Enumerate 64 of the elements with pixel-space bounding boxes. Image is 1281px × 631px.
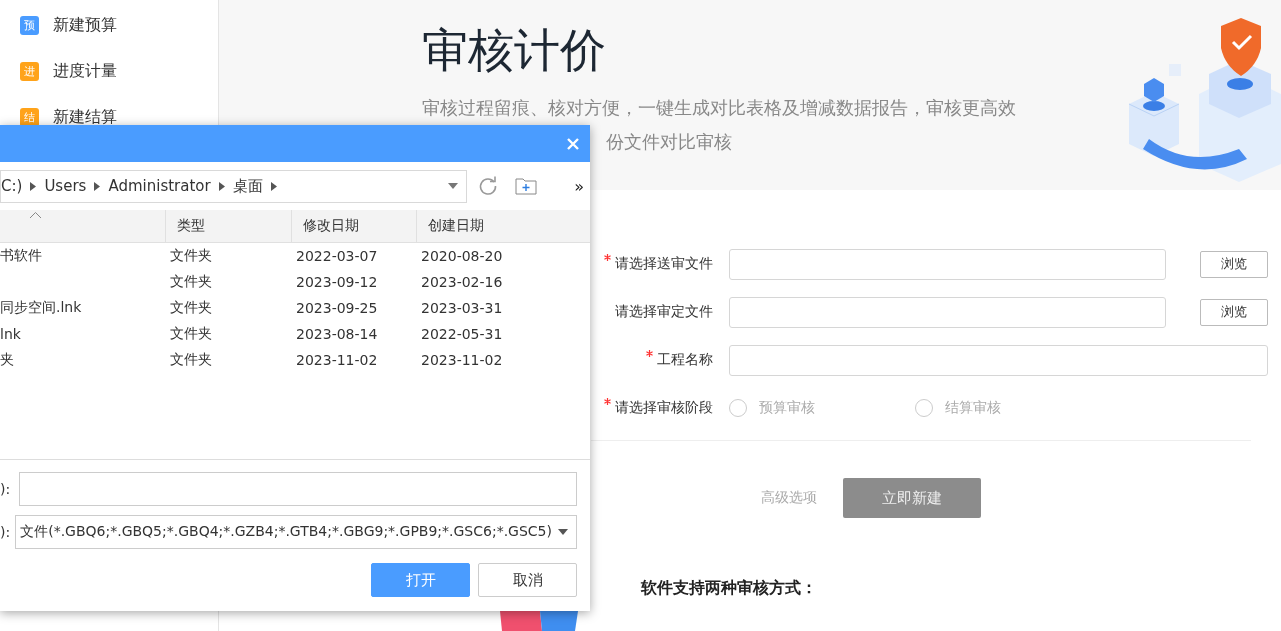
- chevron-right-icon: [30, 181, 37, 191]
- sidebar-item[interactable]: 进度计量: [53, 60, 117, 82]
- file-type-dropdown[interactable]: 文件(*.GBQ6;*.GBQ5;*.GBQ4;*.GZB4;*.GTB4;*.GBG9;*.GPB9;*.GSC6;*.GSC5): [15, 515, 577, 549]
- column-header[interactable]: 创建日期: [416, 210, 590, 243]
- file-name[interactable]: 夹: [0, 351, 14, 369]
- breadcrumb-item[interactable]: C:): [1, 177, 23, 195]
- close-icon[interactable]: [567, 137, 579, 150]
- table-cell-text: 2022-03-07: [295, 247, 379, 266]
- table-cell-text: 2020-08-20: [420, 247, 504, 266]
- column-header[interactable]: 修改日期: [291, 210, 416, 243]
- address-bar[interactable]: C:) Users Administrator 桌面: [0, 169, 467, 203]
- page-subtitle: 份文件对比审核: [606, 130, 733, 154]
- breadcrumb-item[interactable]: Administrator: [108, 177, 211, 195]
- field-label: 请选择审核阶段: [615, 399, 713, 417]
- breadcrumb-item[interactable]: Users: [44, 177, 87, 195]
- table-cell-text: 文件夹: [169, 246, 213, 265]
- table-cell-text: 文件夹: [169, 298, 213, 317]
- field-label: ):: [0, 524, 12, 540]
- field-label: 请选择审定文件: [615, 303, 713, 321]
- table-cell-text: 文件夹: [169, 350, 213, 369]
- table-cell-text: 2023-11-02: [295, 351, 379, 370]
- cancel-button[interactable]: 取消: [478, 563, 577, 597]
- chevron-right-icon: [270, 181, 277, 191]
- table-cell-text: 文件夹: [169, 324, 213, 343]
- field-label: 请选择送审文件: [615, 255, 713, 273]
- dropdown-caret-icon[interactable]: [448, 183, 458, 189]
- file-name[interactable]: 同步空间.lnk: [0, 299, 82, 317]
- menu-item-icon: 预: [20, 15, 39, 35]
- chevron-right-icon: [94, 181, 101, 191]
- file-name[interactable]: lnk: [0, 326, 21, 342]
- menu-item-icon: 进: [20, 61, 39, 81]
- file-name-field[interactable]: [19, 472, 577, 506]
- table-cell-text: 2023-02-16: [420, 273, 504, 292]
- help-heading: 软件支持两种审核方式：: [641, 578, 818, 599]
- table-cell-text: 2022-05-31: [420, 325, 504, 344]
- field-label: 工程名称: [657, 351, 713, 369]
- sidebar-item[interactable]: 新建结算: [53, 106, 117, 128]
- refresh-icon[interactable]: [478, 176, 498, 196]
- sort-caret-icon: [30, 212, 41, 218]
- file-name[interactable]: 书软件: [0, 247, 42, 265]
- dropdown-caret-icon: [558, 529, 568, 535]
- field-label: ):: [0, 481, 12, 497]
- project-name-field[interactable]: [729, 344, 1268, 376]
- browse-button[interactable]: 浏览: [1200, 298, 1268, 326]
- column-header[interactable]: [0, 210, 165, 243]
- table-cell-text: 文件夹: [169, 272, 213, 291]
- file-path-field[interactable]: [729, 248, 1166, 280]
- table-cell-text: 2023-11-02: [420, 351, 504, 370]
- column-header[interactable]: 类型: [165, 210, 291, 243]
- table-cell-text: 2023-08-14: [295, 325, 379, 344]
- table-cell-text: 2023-09-12: [295, 273, 379, 292]
- table-cell-text: 2023-03-31: [420, 299, 504, 318]
- radio-label: 预算审核: [759, 399, 815, 417]
- radio-label: 结算审核: [945, 399, 1001, 417]
- file-path-field[interactable]: [729, 296, 1166, 328]
- chevron-right-icon: [218, 181, 225, 191]
- new-folder-icon[interactable]: [515, 177, 537, 195]
- page-title: 审核计价: [422, 22, 607, 79]
- page-subtitle: 审核过程留痕、核对方便，一键生成对比表格及增减数据报告，审核更高效: [422, 96, 1016, 120]
- breadcrumb-item[interactable]: 桌面: [232, 176, 263, 196]
- browse-button[interactable]: 浏览: [1200, 250, 1268, 278]
- table-cell-text: 2023-09-25: [295, 299, 379, 318]
- more-button[interactable]: »: [574, 176, 584, 196]
- sidebar-item[interactable]: 新建预算: [53, 14, 117, 36]
